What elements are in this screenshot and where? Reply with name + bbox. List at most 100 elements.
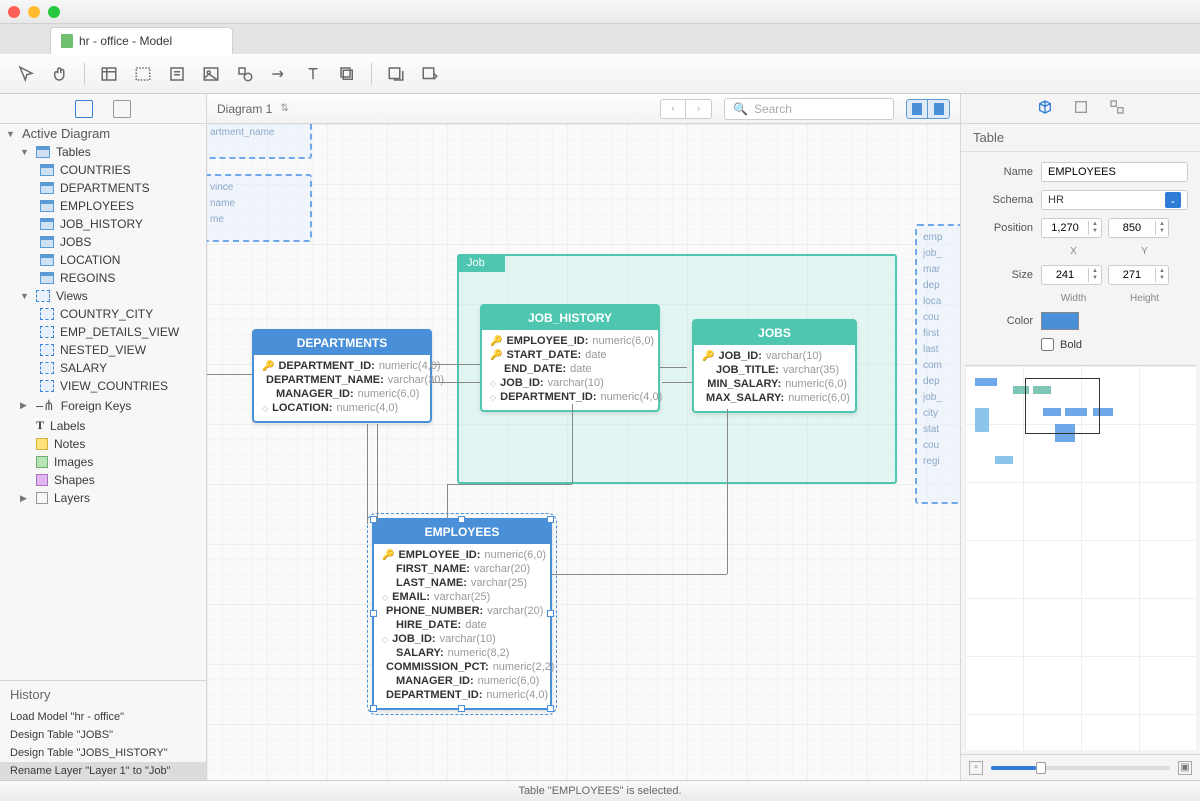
pos-x-stepper[interactable]: ▲▼: [1041, 218, 1102, 238]
table-item[interactable]: JOBS: [0, 233, 206, 251]
column-row[interactable]: LAST_NAME: varchar(25): [382, 576, 542, 590]
schema-select[interactable]: HR⌄: [1041, 190, 1188, 210]
view-item[interactable]: EMP_DETAILS_VIEW: [0, 323, 206, 341]
table-item[interactable]: COUNTRIES: [0, 161, 206, 179]
column-row[interactable]: PHONE_NUMBER: varchar(20): [382, 604, 542, 618]
column-row[interactable]: JOB_TITLE: varchar(35): [702, 363, 847, 377]
table-item[interactable]: REGOINS: [0, 269, 206, 287]
view-item[interactable]: COUNTRY_CITY: [0, 305, 206, 323]
zoom-icon[interactable]: [48, 6, 60, 18]
import-tool[interactable]: [386, 64, 406, 84]
document-tab[interactable]: hr - office - Model: [50, 27, 233, 54]
minimap[interactable]: [965, 365, 1196, 750]
entity-title: EMPLOYEES: [374, 520, 550, 544]
group-views[interactable]: ▼Views: [0, 287, 206, 305]
column-row[interactable]: ◇JOB_ID: varchar(10): [490, 376, 650, 390]
column-row[interactable]: FIRST_NAME: varchar(20): [382, 562, 542, 576]
inspector-tab-style[interactable]: [1073, 99, 1089, 118]
history-item[interactable]: Design Table "JOBS_HISTORY": [0, 744, 206, 762]
column-row[interactable]: 🔑EMPLOYEE_ID: numeric(6,0): [382, 548, 542, 562]
left-sidebar: ▼Active Diagram ▼Tables COUNTRIESDEPARTM…: [0, 94, 207, 780]
search-input[interactable]: 🔍 Search: [724, 98, 894, 120]
relation-tool[interactable]: [269, 64, 289, 84]
column-row[interactable]: HIRE_DATE: date: [382, 618, 542, 632]
shape-tool[interactable]: [235, 64, 255, 84]
column-row[interactable]: 🔑EMPLOYEE_ID: numeric(6,0): [490, 334, 650, 348]
entity-departments[interactable]: DEPARTMENTS 🔑DEPARTMENT_ID: numeric(4,0)…: [252, 329, 432, 423]
column-row[interactable]: 🔑START_DATE: date: [490, 348, 650, 362]
table-item[interactable]: JOB_HISTORY: [0, 215, 206, 233]
column-row[interactable]: MIN_SALARY: numeric(6,0): [702, 377, 847, 391]
view-item[interactable]: NESTED_VIEW: [0, 341, 206, 359]
image-tool[interactable]: [201, 64, 221, 84]
column-row[interactable]: END_DATE: date: [490, 362, 650, 376]
new-table-tool[interactable]: [99, 64, 119, 84]
label-tool[interactable]: [303, 64, 323, 84]
nav-forward-button[interactable]: ›: [686, 99, 712, 119]
layer-tool[interactable]: [337, 64, 357, 84]
inspector-tab-object[interactable]: [1037, 99, 1053, 118]
minimize-icon[interactable]: [28, 6, 40, 18]
export-tool[interactable]: [420, 64, 440, 84]
column-row[interactable]: COMMISSION_PCT: numeric(2,2): [382, 660, 542, 674]
group-foreign-keys[interactable]: ▶⎯⋔Foreign Keys: [0, 395, 206, 416]
size-h-stepper[interactable]: ▲▼: [1108, 265, 1169, 285]
group-images[interactable]: Images: [0, 453, 206, 471]
column-row[interactable]: 🔑DEPARTMENT_ID: numeric(4,0): [262, 359, 422, 373]
entity-title: JOBS: [694, 321, 855, 345]
ghost-entity[interactable]: artment_name: [207, 124, 312, 159]
close-icon[interactable]: [8, 6, 20, 18]
column-row[interactable]: ◇LOCATION: numeric(4,0): [262, 401, 422, 415]
column-row[interactable]: MAX_SALARY: numeric(6,0): [702, 391, 847, 405]
bold-checkbox[interactable]: [1041, 338, 1054, 351]
new-view-tool[interactable]: [133, 64, 153, 84]
zoom-out-button[interactable]: ▫: [969, 761, 983, 775]
diagram-selector[interactable]: Diagram 1 ⇅: [217, 102, 289, 116]
view-icon: [40, 308, 54, 320]
zoom-in-button[interactable]: ▣: [1178, 761, 1192, 775]
history-item[interactable]: Load Model "hr - office": [0, 708, 206, 726]
color-swatch[interactable]: [1041, 312, 1079, 330]
pos-y-stepper[interactable]: ▲▼: [1108, 218, 1169, 238]
zoom-slider[interactable]: [991, 766, 1170, 770]
size-w-stepper[interactable]: ▲▼: [1041, 265, 1102, 285]
column-row[interactable]: SALARY: numeric(8,2): [382, 646, 542, 660]
column-row[interactable]: DEPARTMENT_ID: numeric(4,0): [382, 688, 542, 702]
group-layers[interactable]: ▶Layers: [0, 489, 206, 507]
layout-left-button[interactable]: [906, 99, 928, 119]
heading-active-diagram[interactable]: ▼Active Diagram: [0, 124, 206, 143]
outline-tab-icon[interactable]: [75, 100, 93, 118]
layout-right-button[interactable]: [928, 99, 950, 119]
entity-job-history[interactable]: JOB_HISTORY 🔑EMPLOYEE_ID: numeric(6,0)🔑S…: [480, 304, 660, 412]
column-row[interactable]: 🔑JOB_ID: varchar(10): [702, 349, 847, 363]
table-item[interactable]: EMPLOYEES: [0, 197, 206, 215]
view-item[interactable]: VIEW_COUNTRIES: [0, 377, 206, 395]
group-tables[interactable]: ▼Tables: [0, 143, 206, 161]
ghost-entity-right[interactable]: empjob_mardeplocacoufirstlastcomdepjob_c…: [915, 224, 960, 504]
ghost-entity[interactable]: vincenameme: [207, 174, 312, 242]
group-labels[interactable]: TLabels: [0, 416, 206, 435]
group-notes[interactable]: Notes: [0, 435, 206, 453]
history-item[interactable]: Design Table "JOBS": [0, 726, 206, 744]
diagram-canvas[interactable]: artment_name vincenameme empjob_mardeplo…: [207, 124, 960, 780]
column-row[interactable]: MANAGER_ID: numeric(6,0): [262, 387, 422, 401]
column-row[interactable]: ◇DEPARTMENT_ID: numeric(4,0): [490, 390, 650, 404]
entity-jobs[interactable]: JOBS 🔑JOB_ID: varchar(10)JOB_TITLE: varc…: [692, 319, 857, 413]
group-shapes[interactable]: Shapes: [0, 471, 206, 489]
note-tool[interactable]: [167, 64, 187, 84]
column-row[interactable]: ◇EMAIL: varchar(25): [382, 590, 542, 604]
catalog-tab-icon[interactable]: [113, 100, 131, 118]
table-item[interactable]: LOCATION: [0, 251, 206, 269]
name-field[interactable]: [1041, 162, 1188, 182]
view-item[interactable]: SALARY: [0, 359, 206, 377]
column-row[interactable]: MANAGER_ID: numeric(6,0): [382, 674, 542, 688]
inspector-tab-arrange[interactable]: [1109, 99, 1125, 118]
column-row[interactable]: ◇JOB_ID: varchar(10): [382, 632, 542, 646]
nav-back-button[interactable]: ‹: [660, 99, 686, 119]
entity-employees[interactable]: EMPLOYEES 🔑EMPLOYEE_ID: numeric(6,0)FIRS…: [372, 518, 552, 710]
column-row[interactable]: DEPARTMENT_NAME: varchar(30): [262, 373, 422, 387]
pointer-tool[interactable]: [16, 64, 36, 84]
history-item[interactable]: Rename Layer "Layer 1" to "Job": [0, 762, 206, 780]
table-item[interactable]: DEPARTMENTS: [0, 179, 206, 197]
hand-tool[interactable]: [50, 64, 70, 84]
